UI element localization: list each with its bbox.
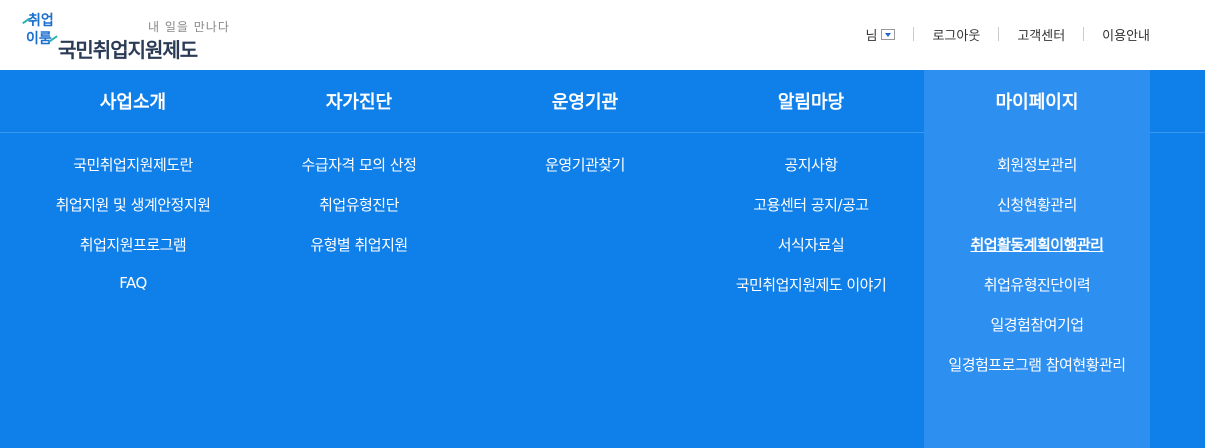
logo-mark-icon: 취업 이룸 [20, 8, 62, 56]
menu-column-agencies: 운영기관 운영기관찾기 [472, 70, 698, 448]
divider [998, 27, 1000, 41]
submenu-item[interactable]: 국민취업지원제도 이야기 [698, 274, 924, 314]
mega-menu: 사업소개 국민취업지원제도란 취업지원 및 생계안정지원 취업지원프로그램 FA… [0, 70, 1205, 448]
submenu-item[interactable]: 취업지원프로그램 [20, 234, 246, 274]
site-header: 취업 이룸 내 일을 만나다 국민취업지원제도 님 로그아웃 고객센터 이용안내 [0, 0, 1205, 70]
submenu-item[interactable]: 서식자료실 [698, 234, 924, 274]
submenu-item[interactable]: 수급자격 모의 산정 [246, 154, 472, 194]
submenu-item-current[interactable]: 취업활동계획이행관리 [924, 234, 1150, 274]
menu-column-business: 사업소개 국민취업지원제도란 취업지원 및 생계안정지원 취업지원프로그램 FA… [20, 70, 246, 448]
submenu-item[interactable]: 유형별 취업지원 [246, 234, 472, 274]
divider [913, 27, 915, 41]
submenu-item[interactable]: FAQ [20, 274, 246, 314]
user-menu[interactable]: 님 [866, 25, 896, 44]
submenu-item[interactable]: 고용센터 공지/공고 [698, 194, 924, 234]
submenu-item[interactable]: 취업지원 및 생계안정지원 [20, 194, 246, 234]
menu-column-mypage: 마이페이지 회원정보관리 신청현황관리 취업활동계획이행관리 취업유형진단이력 … [924, 70, 1150, 448]
divider [1083, 27, 1085, 41]
submenu-item[interactable]: 취업유형진단이력 [924, 274, 1150, 314]
logo-title: 국민취업지원제도 [58, 38, 198, 62]
guide-link[interactable]: 이용안내 [1102, 25, 1150, 44]
logout-link[interactable]: 로그아웃 [932, 25, 980, 44]
dropdown-arrow-icon[interactable] [881, 28, 896, 40]
submenu-item[interactable]: 신청현황관리 [924, 194, 1150, 234]
submenu-item[interactable]: 회원정보관리 [924, 154, 1150, 194]
menu-business-intro[interactable]: 사업소개 [20, 70, 246, 132]
menu-operating-agencies[interactable]: 운영기관 [472, 70, 698, 132]
menu-notice-board[interactable]: 알림마당 [698, 70, 924, 132]
submenu-item[interactable]: 일경험참여기업 [924, 314, 1150, 354]
menu-column-self-check: 자가진단 수급자격 모의 산정 취업유형진단 유형별 취업지원 [246, 70, 472, 448]
user-name-label: 님 [865, 28, 878, 44]
submenu-item[interactable]: 일경험프로그램 참여현황관리 [924, 354, 1150, 394]
site-logo[interactable]: 취업 이룸 내 일을 만나다 국민취업지원제도 [20, 8, 260, 64]
menu-self-diagnosis[interactable]: 자가진단 [246, 70, 472, 132]
submenu-item[interactable]: 운영기관찾기 [472, 154, 698, 194]
menu-column-notices: 알림마당 공지사항 고용센터 공지/공고 서식자료실 국민취업지원제도 이야기 [698, 70, 924, 448]
submenu-item[interactable]: 공지사항 [698, 154, 924, 194]
submenu-item[interactable]: 국민취업지원제도란 [20, 154, 246, 194]
submenu-item[interactable]: 취업유형진단 [246, 194, 472, 234]
customer-center-link[interactable]: 고객센터 [1017, 25, 1065, 44]
menu-my-page[interactable]: 마이페이지 [924, 70, 1150, 132]
logo-slogan: 내 일을 만나다 [148, 20, 230, 34]
utility-nav: 님 로그아웃 고객센터 이용안내 [866, 24, 1150, 44]
